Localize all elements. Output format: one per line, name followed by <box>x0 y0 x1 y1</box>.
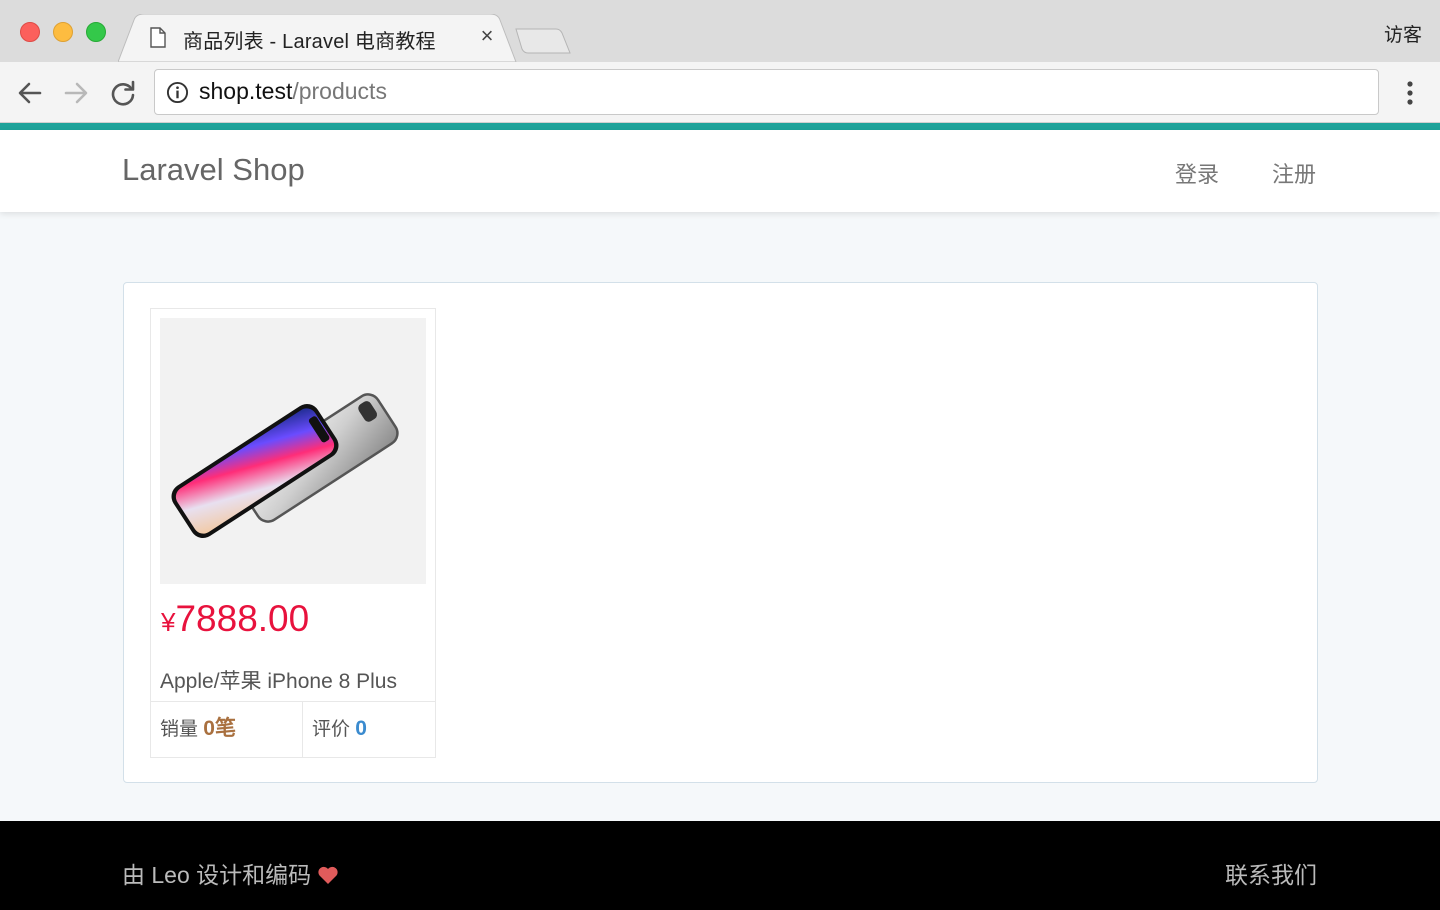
login-link[interactable]: 登录 <box>1175 157 1219 189</box>
product-stats: 销量 0笔 评价 0 <box>151 701 435 758</box>
currency-symbol: ¥ <box>161 607 176 637</box>
products-panel: ¥7888.00 Apple/苹果 iPhone 8 Plus 销量 0笔 评价… <box>123 282 1318 783</box>
reviews-stat: 评价 0 <box>312 702 367 758</box>
product-image[interactable] <box>160 318 426 584</box>
back-arrow-icon[interactable] <box>15 78 45 108</box>
info-icon[interactable] <box>166 81 189 104</box>
footer-credit-text: 由 Leo 设计和编码 <box>122 862 312 888</box>
tab-close-icon[interactable]: × <box>476 24 498 48</box>
heart-icon <box>318 866 338 884</box>
browser-tabstrip: 商品列表 - Laravel 电商教程 × 访客 <box>0 0 1440 62</box>
browser-tab-active[interactable]: 商品列表 - Laravel 电商教程 × <box>118 14 520 62</box>
product-card[interactable]: ¥7888.00 Apple/苹果 iPhone 8 Plus 销量 0笔 评价… <box>150 308 436 758</box>
forward-arrow-icon[interactable] <box>61 78 91 108</box>
reviews-label: 评价 <box>312 719 351 740</box>
footer-credit: 由 Leo 设计和编码 <box>122 856 339 890</box>
site-navbar: Laravel Shop 登录 注册 <box>0 130 1440 212</box>
price-amount: 7888.00 <box>175 598 310 639</box>
product-title[interactable]: Apple/苹果 iPhone 8 Plus <box>160 665 397 695</box>
maximize-window-button[interactable] <box>86 22 106 42</box>
url-text: shop.test/products <box>199 78 387 105</box>
close-window-button[interactable] <box>20 22 40 42</box>
profile-guest-button[interactable]: 访客 <box>1384 20 1422 47</box>
accent-bar <box>0 123 1440 130</box>
reload-icon[interactable] <box>108 78 138 108</box>
sales-stat: 销量 0笔 <box>160 702 236 758</box>
stats-divider <box>302 702 303 758</box>
url-host: shop.test <box>199 78 293 104</box>
sales-value: 0笔 <box>203 717 236 740</box>
iphone-image <box>171 393 399 539</box>
register-link[interactable]: 注册 <box>1272 157 1316 189</box>
reviews-value: 0 <box>355 717 367 740</box>
product-price: ¥7888.00 <box>161 598 309 640</box>
minimize-window-button[interactable] <box>53 22 73 42</box>
page-icon <box>150 27 166 48</box>
site-footer: 由 Leo 设计和编码 联系我们 <box>0 821 1440 910</box>
new-tab-button[interactable] <box>514 27 572 55</box>
contact-us-link[interactable]: 联系我们 <box>1225 856 1317 890</box>
more-menu-icon[interactable] <box>1400 78 1420 108</box>
address-bar[interactable]: shop.test/products <box>154 69 1379 115</box>
browser-toolbar: shop.test/products <box>0 62 1440 123</box>
sales-label: 销量 <box>160 719 199 740</box>
tab-title: 商品列表 - Laravel 电商教程 <box>183 31 436 53</box>
brand-link[interactable]: Laravel Shop <box>122 152 305 188</box>
url-path: /products <box>292 78 387 104</box>
